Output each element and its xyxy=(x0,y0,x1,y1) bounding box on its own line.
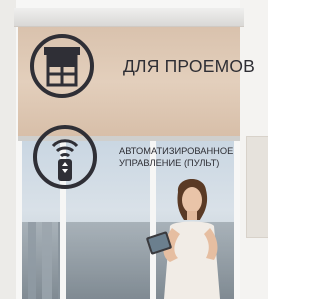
woman-with-tablet xyxy=(146,178,220,299)
remote-control-glyph xyxy=(51,139,79,181)
openings-label: ДЛЯ ПРОЕМОВ xyxy=(123,56,256,76)
roller-blind-icon xyxy=(30,34,94,98)
automation-label-line1: АВТОМАТИЗИРОВАННОЕ xyxy=(119,146,234,156)
automation-label: АВТОМАТИЗИРОВАННОЕ УПРАВЛЕНИЕ (ПУЛЬТ) xyxy=(119,145,233,169)
automation-label-line2: УПРАВЛЕНИЕ (ПУЛЬТ) xyxy=(119,158,220,168)
roller-blind-glyph xyxy=(44,47,80,87)
wall-picture xyxy=(246,136,268,238)
product-photo: ДЛЯ ПРОЕМОВ АВТОМАТИЗИРОВАННОЕ УПРАВЛЕНИ… xyxy=(0,0,268,299)
roller-blind-cassette xyxy=(14,8,244,27)
remote-control-icon xyxy=(33,125,97,189)
wall-left xyxy=(0,0,16,299)
